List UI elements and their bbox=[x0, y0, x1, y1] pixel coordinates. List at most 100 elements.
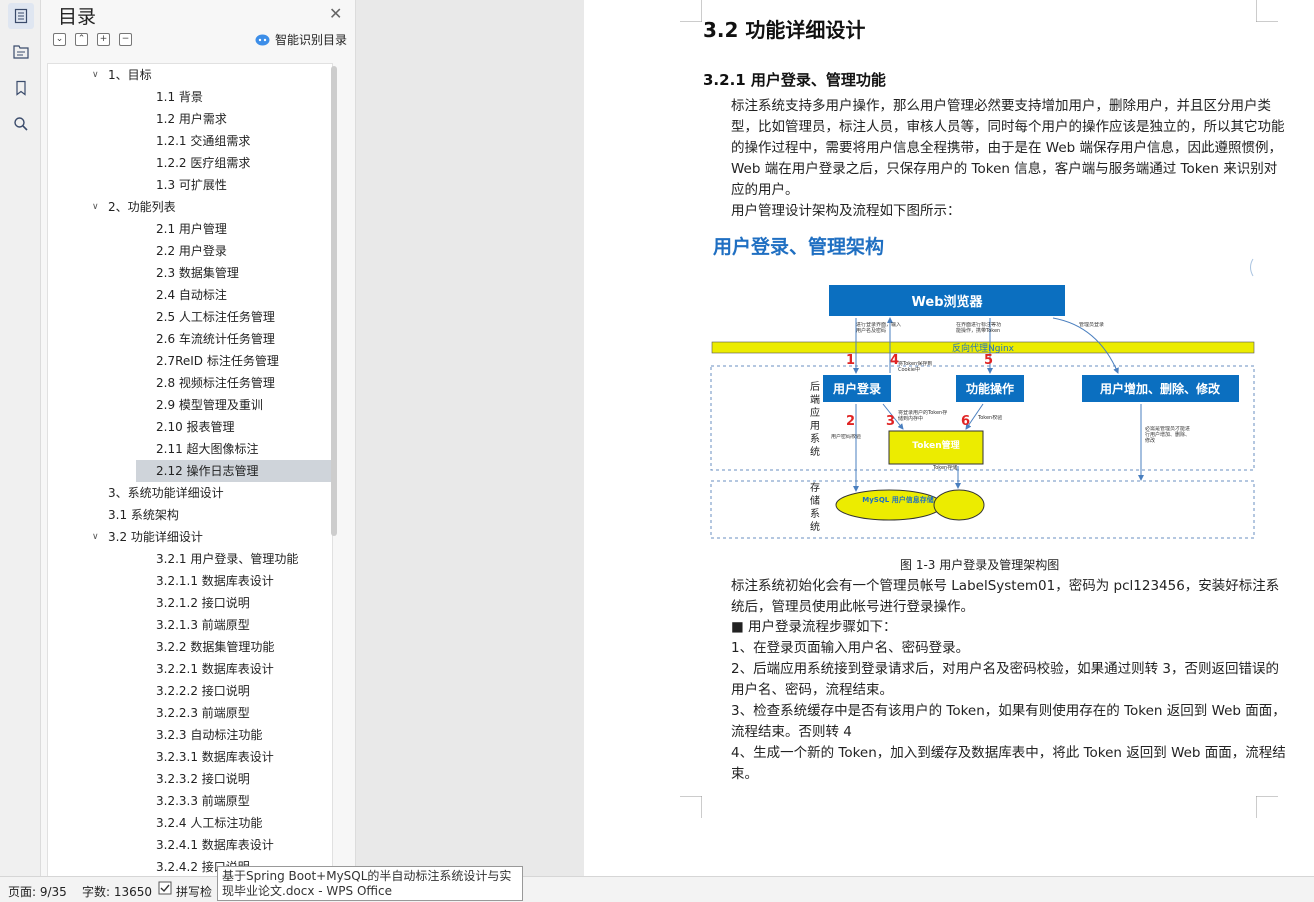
document-page: 3.2 功能详细设计 3.2.1 用户登录、管理功能 标注系统支持多用户操作，那… bbox=[584, 0, 1314, 876]
step-1-number: 1 bbox=[846, 353, 855, 368]
crop-mark bbox=[680, 0, 702, 22]
toc-item[interactable]: 2.8 视频标注任务管理 bbox=[48, 372, 332, 394]
toc-item[interactable]: 3.2.2.1 数据库表设计 bbox=[48, 658, 332, 680]
crop-mark bbox=[1256, 796, 1278, 818]
toc-item[interactable]: 3.2.4 人工标注功能 bbox=[48, 812, 332, 834]
note-admin-login: 管理员登录 bbox=[1079, 322, 1104, 328]
step-2-text: 2、后端应用系统接到登录请求后，对用户名及密码校验，如果通过则转 3，否则返回错… bbox=[731, 661, 1279, 698]
user-mgmt-label: 用户增加、删除、修改 bbox=[1099, 381, 1221, 396]
toc-item[interactable]: 2.10 报表管理 bbox=[48, 416, 332, 438]
toc-item[interactable]: 2.1 用户管理 bbox=[48, 218, 332, 240]
toc-item-label: 2.10 报表管理 bbox=[156, 420, 235, 434]
word-count[interactable]: 字数: 13650 bbox=[82, 883, 152, 900]
toc-item[interactable]: 2.2 用户登录 bbox=[48, 240, 332, 262]
toc-item-label: 3、系统功能详细设计 bbox=[108, 486, 224, 500]
toc-item[interactable]: 2.5 人工标注任务管理 bbox=[48, 306, 332, 328]
toc-panel-icon[interactable] bbox=[8, 3, 34, 29]
expand-chevron-icon[interactable]: ∨ bbox=[92, 526, 99, 548]
toc-item[interactable]: 1.2.2 医疗组需求 bbox=[48, 152, 332, 174]
toc-item-label: 3.2.1.3 前端原型 bbox=[156, 618, 250, 632]
paragraph-figure-intro: 用户管理设计架构及流程如下图所示： bbox=[731, 203, 961, 219]
crop-mark bbox=[680, 796, 702, 818]
toc-item-label: 3.2.2 数据集管理功能 bbox=[156, 640, 275, 654]
section-heading: 3.2 功能详细设计 bbox=[703, 18, 866, 42]
toc-item[interactable]: 3.2.1.1 数据库表设计 bbox=[48, 570, 332, 592]
toc-item[interactable]: 1.2.1 交通组需求 bbox=[48, 130, 332, 152]
toc-item[interactable]: 2.4 自动标注 bbox=[48, 284, 332, 306]
toc-panel: 目录 ✕ ⌄ ⌃ + − 智能识别目录 ∨ 1、目标 1.1 背景 1.2 用户需求 1… bbox=[41, 0, 356, 877]
toc-item-label: 1.1 背景 bbox=[156, 90, 203, 104]
function-label: 功能操作 bbox=[966, 381, 1014, 396]
collapse-all-icon[interactable]: ⌄ bbox=[53, 33, 66, 46]
toc-item-label: 3.2.1.1 数据库表设计 bbox=[156, 574, 274, 588]
toc-item[interactable]: ∨ 1、目标 bbox=[48, 64, 332, 86]
toc-item[interactable]: 3.2.1.3 前端原型 bbox=[48, 614, 332, 636]
toc-item[interactable]: 3.2.4.1 数据库表设计 bbox=[48, 834, 332, 856]
toc-item-label: 3.2.2.1 数据库表设计 bbox=[156, 662, 274, 676]
toc-scrollbar[interactable] bbox=[331, 66, 337, 536]
toc-item-label: 1.2 用户需求 bbox=[156, 112, 227, 126]
diagram-title: 用户登录、管理架构 bbox=[713, 235, 884, 258]
toc-item-label: 3.2 功能详细设计 bbox=[108, 530, 203, 544]
smart-toc-button[interactable]: 智能识别目录 bbox=[255, 31, 347, 48]
toc-item[interactable]: 3.2.3 自动标注功能 bbox=[48, 724, 332, 746]
paragraph-intro: 标注系统支持多用户操作，那么用户管理必然要支持增加用户，删除用户，并且区分用户类… bbox=[731, 98, 1285, 198]
toc-item[interactable]: 3.2.3.3 前端原型 bbox=[48, 790, 332, 812]
expand-chevron-icon[interactable]: ∨ bbox=[92, 64, 99, 86]
chapter-nav-icon[interactable] bbox=[8, 39, 34, 65]
toc-item[interactable]: 1.1 背景 bbox=[48, 86, 332, 108]
toc-item[interactable]: 2.7ReID 标注任务管理 bbox=[48, 350, 332, 372]
toc-item[interactable]: 3.1 系统架构 bbox=[48, 504, 332, 526]
status-bar: 页面: 9/35 字数: 13650 拼写检 bbox=[0, 876, 1314, 902]
toc-item[interactable]: 3.2.2.2 接口说明 bbox=[48, 680, 332, 702]
left-icon-bar bbox=[0, 0, 41, 876]
toc-item[interactable]: ∨ 3.2 功能详细设计 bbox=[48, 526, 332, 548]
toc-item-label: 2.2 用户登录 bbox=[156, 244, 227, 258]
spell-check-checkbox[interactable] bbox=[158, 881, 172, 898]
bookmark-icon[interactable] bbox=[8, 75, 34, 101]
toc-item[interactable]: 3.2.2 数据集管理功能 bbox=[48, 636, 332, 658]
toc-item[interactable]: 2.6 车流统计任务管理 bbox=[48, 328, 332, 350]
toc-title: 目录 bbox=[58, 6, 97, 28]
toc-item[interactable]: 2.3 数据集管理 bbox=[48, 262, 332, 284]
backend-system-label: 后端应用系统 bbox=[810, 381, 820, 458]
toc-item-label: 3.2.1 用户登录、管理功能 bbox=[156, 552, 299, 566]
toc-item-label: 3.2.3.2 接口说明 bbox=[156, 772, 250, 786]
toc-item-label: 2.8 视频标注任务管理 bbox=[156, 376, 275, 390]
toc-item[interactable]: 3.2.3.2 接口说明 bbox=[48, 768, 332, 790]
toc-item[interactable]: 2.11 超大图像标注 bbox=[48, 438, 332, 460]
toc-item[interactable]: 3、系统功能详细设计 bbox=[48, 482, 332, 504]
toc-item[interactable]: 3.2.1.2 接口说明 bbox=[48, 592, 332, 614]
toc-item-label: 3.2.3.1 数据库表设计 bbox=[156, 750, 274, 764]
note-login-page: 进行登录界面，输入用户名及密码 bbox=[856, 322, 901, 334]
subsection-heading: 3.2.1 用户登录、管理功能 bbox=[703, 71, 886, 89]
checkbox-icon bbox=[158, 881, 172, 895]
toc-item[interactable]: 3.2.3.1 数据库表设计 bbox=[48, 746, 332, 768]
toc-item-label: 1、目标 bbox=[108, 68, 152, 82]
search-icon[interactable] bbox=[8, 111, 34, 137]
toc-item-label: 3.2.2.3 前端原型 bbox=[156, 706, 250, 720]
expand-up-icon[interactable]: ⌃ bbox=[75, 33, 88, 46]
add-heading-icon[interactable]: + bbox=[97, 33, 110, 46]
toc-item-label: 3.2.3.3 前端原型 bbox=[156, 794, 250, 808]
toc-item-selected[interactable]: 2.12 操作日志管理 bbox=[136, 460, 332, 482]
step-5-number: 5 bbox=[984, 353, 993, 368]
step-3-number: 3 bbox=[886, 414, 895, 429]
toc-item[interactable]: 2.9 模型管理及重训 bbox=[48, 394, 332, 416]
step-3-text: 3、检查系统缓存中是否有该用户的 Token，如果有则使用存在的 Token 返… bbox=[731, 703, 1286, 740]
toc-item[interactable]: ∨ 2、功能列表 bbox=[48, 196, 332, 218]
expand-chevron-icon[interactable]: ∨ bbox=[92, 196, 99, 218]
page-count[interactable]: 页面: 9/35 bbox=[8, 883, 67, 900]
spell-check-label[interactable]: 拼写检 bbox=[176, 883, 212, 900]
note-token-check: Token校验 bbox=[978, 415, 1002, 421]
toc-item[interactable]: 1.2 用户需求 bbox=[48, 108, 332, 130]
toc-item[interactable]: 3.2.1 用户登录、管理功能 bbox=[48, 548, 332, 570]
mysql-cylinder-end bbox=[933, 489, 985, 521]
toc-item[interactable]: 1.3 可扩展性 bbox=[48, 174, 332, 196]
toc-item-label: 2.4 自动标注 bbox=[156, 288, 227, 302]
close-icon[interactable]: ✕ bbox=[329, 4, 342, 23]
toc-item[interactable]: 3.2.2.3 前端原型 bbox=[48, 702, 332, 724]
toc-item-label: 3.1 系统架构 bbox=[108, 508, 179, 522]
toc-item-label: 1.2.1 交通组需求 bbox=[156, 134, 251, 148]
remove-heading-icon[interactable]: − bbox=[119, 33, 132, 46]
